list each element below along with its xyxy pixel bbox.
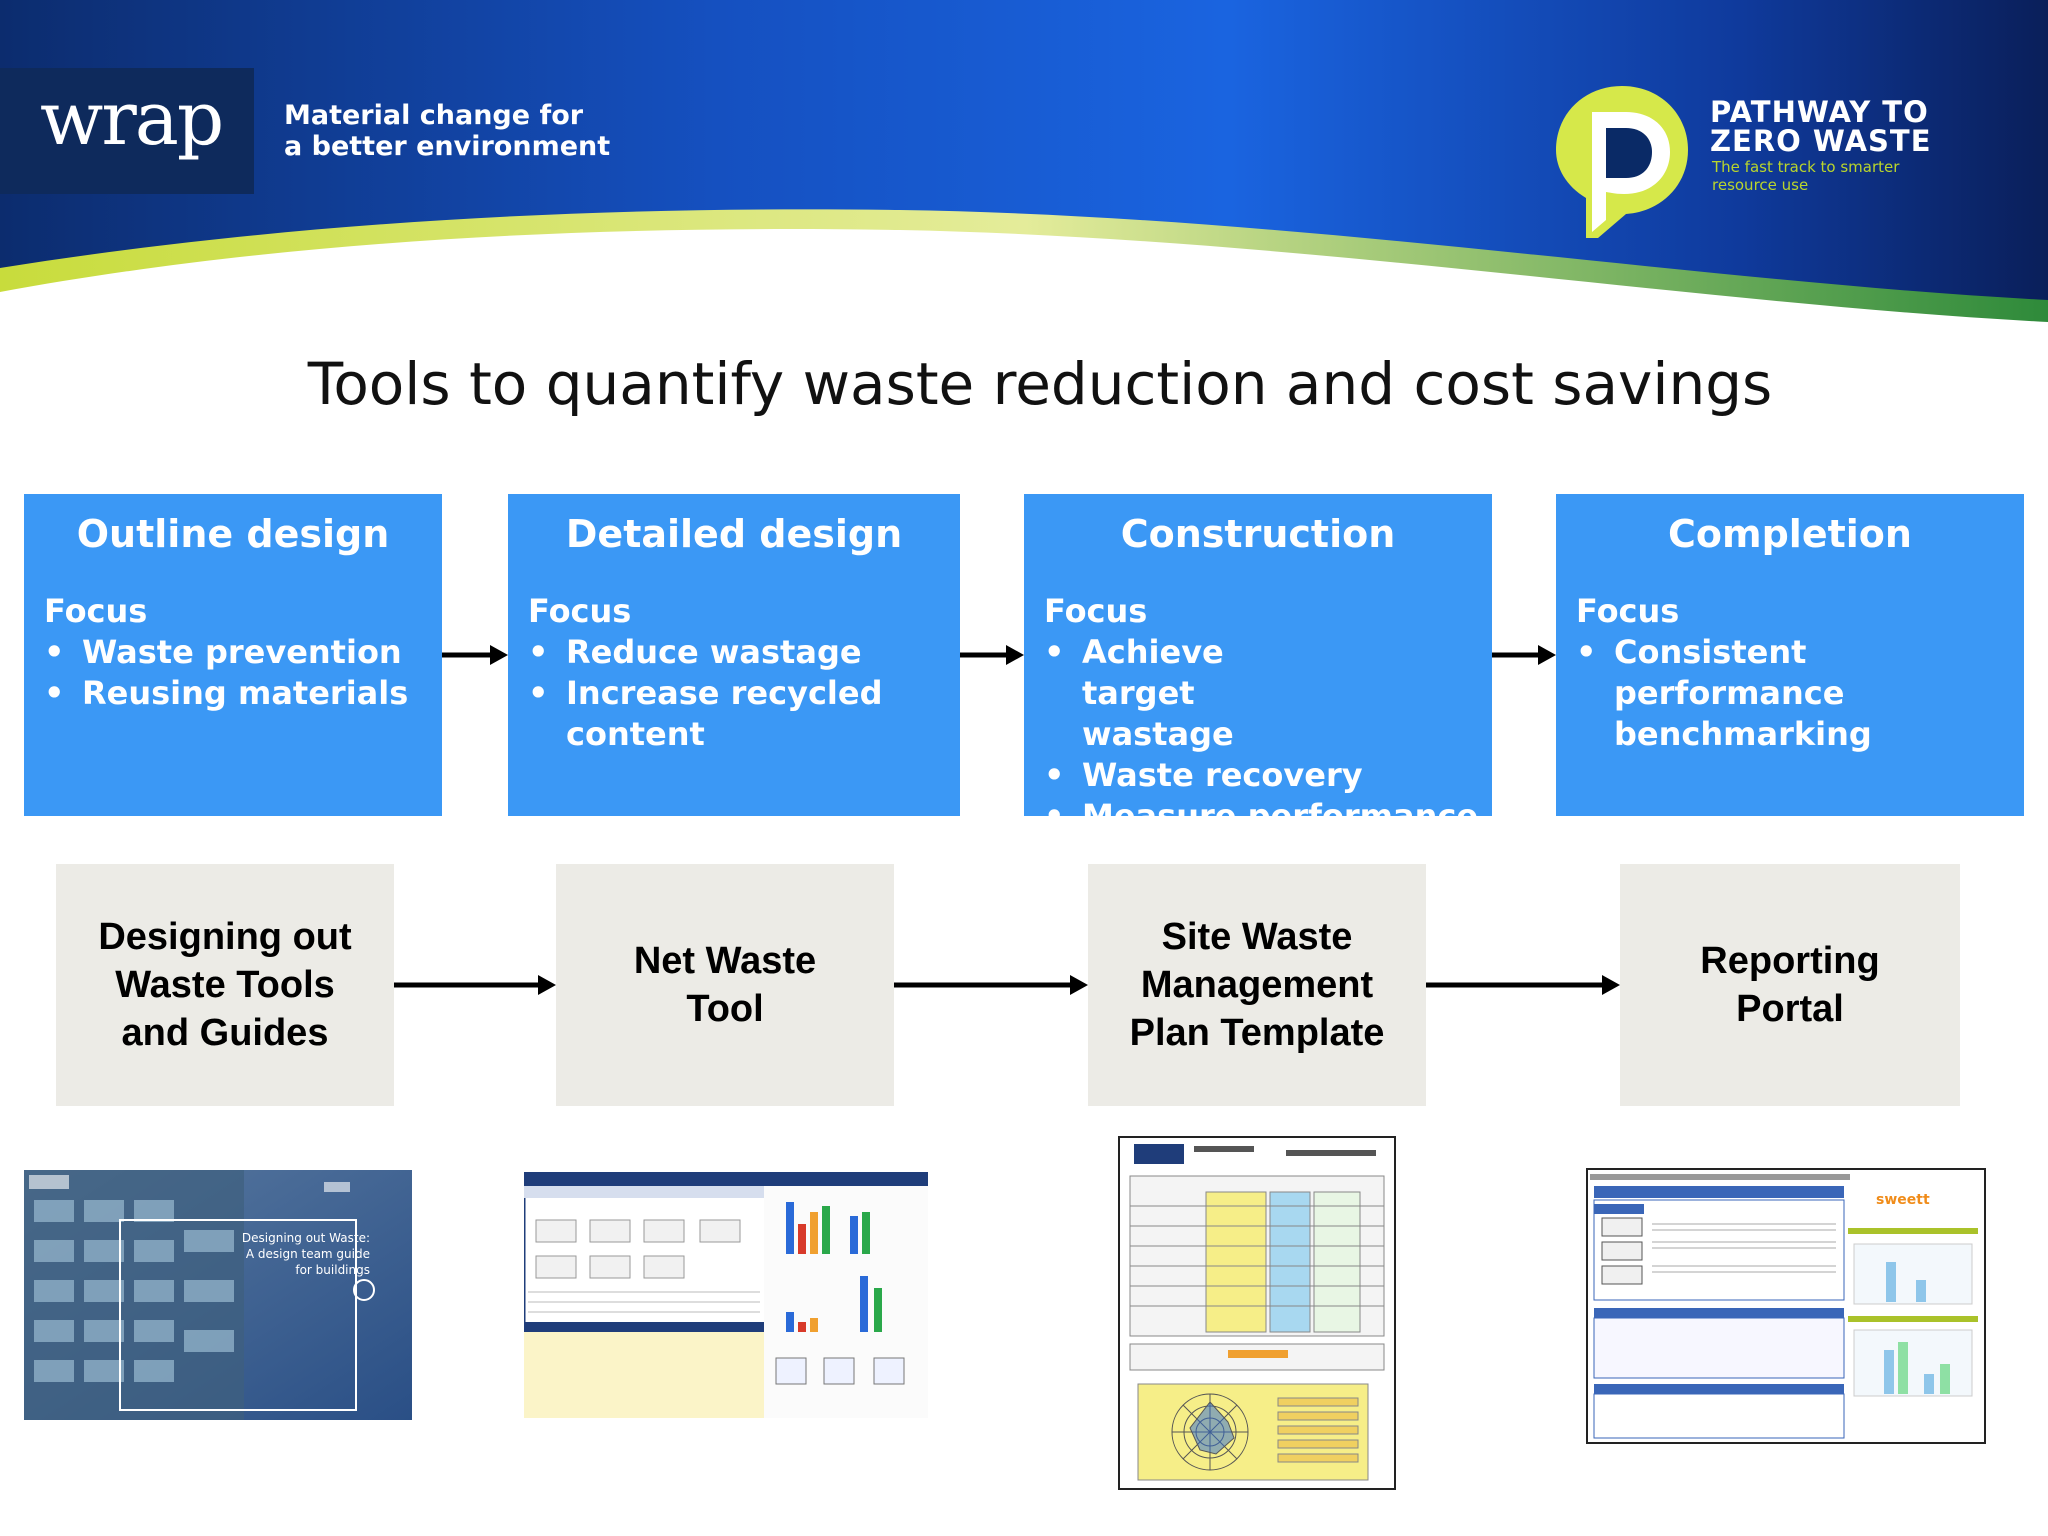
tagline-line2: a better environment bbox=[284, 131, 611, 162]
stage-arrow-2 bbox=[960, 645, 1024, 665]
stage-bullets: Achieve target wastage Waste recovery Me… bbox=[1044, 632, 1484, 837]
tool-label-line: Tool bbox=[686, 988, 764, 1030]
stage-bullet: Achieve target wastage bbox=[1044, 632, 1332, 755]
pathway-title: PATHWAY TO ZERO WASTE bbox=[1710, 98, 1932, 156]
stage-arrow-1 bbox=[442, 645, 508, 665]
tool-arrow-3 bbox=[1426, 975, 1620, 995]
stage-bullet: Reduce wastage bbox=[528, 632, 928, 673]
stage-bullets: Consistent performance benchmarking bbox=[1576, 632, 1876, 755]
tool-reporting-portal: Reporting Portal bbox=[1620, 864, 1960, 1106]
tool-arrow-2 bbox=[894, 975, 1088, 995]
site-waste-plan-thumbnail bbox=[1118, 1136, 1396, 1490]
guide-cover-text: Designing out Waste: bbox=[242, 1231, 370, 1245]
pathway-subtitle: The fast track to smarter resource use bbox=[1712, 158, 1899, 194]
stage-title: Outline design bbox=[76, 512, 390, 556]
p-logo-icon bbox=[1556, 86, 1688, 238]
stage-bullets: Reduce wastage Increase recycled content bbox=[528, 632, 928, 755]
tool-site-waste-plan: Site Waste Management Plan Template bbox=[1088, 864, 1426, 1106]
slide-title: Tools to quantify waste reduction and co… bbox=[307, 350, 1773, 418]
stage-arrow-3 bbox=[1492, 645, 1556, 665]
svg-text:sweett: sweett bbox=[1876, 1192, 1930, 1208]
stage-bullet: Waste prevention bbox=[44, 632, 408, 673]
stage-title: Construction bbox=[1120, 512, 1396, 556]
tool-label-line: Management bbox=[1140, 964, 1374, 1006]
guide-cover-text: A design team guide bbox=[246, 1247, 370, 1261]
stage-focus-label: Focus bbox=[1044, 592, 1148, 630]
tool-label-line: Portal bbox=[1736, 988, 1844, 1030]
stage-bullet: Waste recovery bbox=[1044, 755, 1484, 796]
stage-focus-label: Focus bbox=[1576, 592, 1680, 630]
stage-bullet: Consistent performance benchmarking bbox=[1576, 632, 1876, 755]
guide-cover-text: for buildings bbox=[295, 1263, 370, 1277]
tool-label-line: and Guides bbox=[121, 1012, 329, 1054]
reporting-portal-thumbnail: sweett bbox=[1586, 1168, 1986, 1444]
tool-label-line: Reporting bbox=[1700, 940, 1880, 982]
tool-arrow-1 bbox=[394, 975, 556, 995]
stage-focus-label: Focus bbox=[44, 592, 148, 630]
stage-bullet: Increase recycled content bbox=[528, 673, 928, 755]
stage-bullets: Waste prevention Reusing materials bbox=[44, 632, 408, 714]
pathway-title-line1: PATHWAY TO bbox=[1710, 95, 1929, 129]
stage-bullet: Reusing materials bbox=[44, 673, 408, 714]
tool-designing-out-waste: Designing out Waste Tools and Guides bbox=[56, 864, 394, 1106]
stage-construction: Construction Focus Achieve target wastag… bbox=[1024, 494, 1492, 837]
tool-label-line: Designing out bbox=[98, 916, 352, 958]
stage-outline-design: Outline design Focus Waste prevention Re… bbox=[24, 494, 442, 816]
pathway-title-line2: ZERO WASTE bbox=[1710, 124, 1932, 158]
stage-detailed-design: Detailed design Focus Reduce wastage Inc… bbox=[508, 494, 960, 816]
tool-net-waste: Net Waste Tool bbox=[556, 864, 894, 1106]
wrap-logo: wrap bbox=[40, 76, 224, 162]
pathway-sub-line1: The fast track to smarter bbox=[1712, 158, 1900, 176]
pathway-sub-line2: resource use bbox=[1712, 176, 1809, 194]
guide-cover-thumbnail: Designing out Waste: A design team guide… bbox=[24, 1170, 412, 1420]
tool-label-line: Site Waste bbox=[1161, 916, 1353, 958]
stage-completion: Completion Focus Consistent performance … bbox=[1556, 494, 2024, 816]
tagline: Material change for a better environment bbox=[284, 100, 610, 162]
net-waste-tool-thumbnail bbox=[524, 1172, 928, 1418]
stage-title: Detailed design bbox=[565, 512, 903, 556]
tagline-line1: Material change for bbox=[284, 100, 584, 131]
stage-focus-label: Focus bbox=[528, 592, 632, 630]
tool-label-line: Plan Template bbox=[1129, 1012, 1385, 1054]
stage-bullet: Measure performance bbox=[1044, 796, 1484, 837]
stage-title: Completion bbox=[1668, 512, 1912, 556]
tool-label-line: Waste Tools bbox=[115, 964, 335, 1006]
tool-label-line: Net Waste bbox=[633, 940, 817, 982]
